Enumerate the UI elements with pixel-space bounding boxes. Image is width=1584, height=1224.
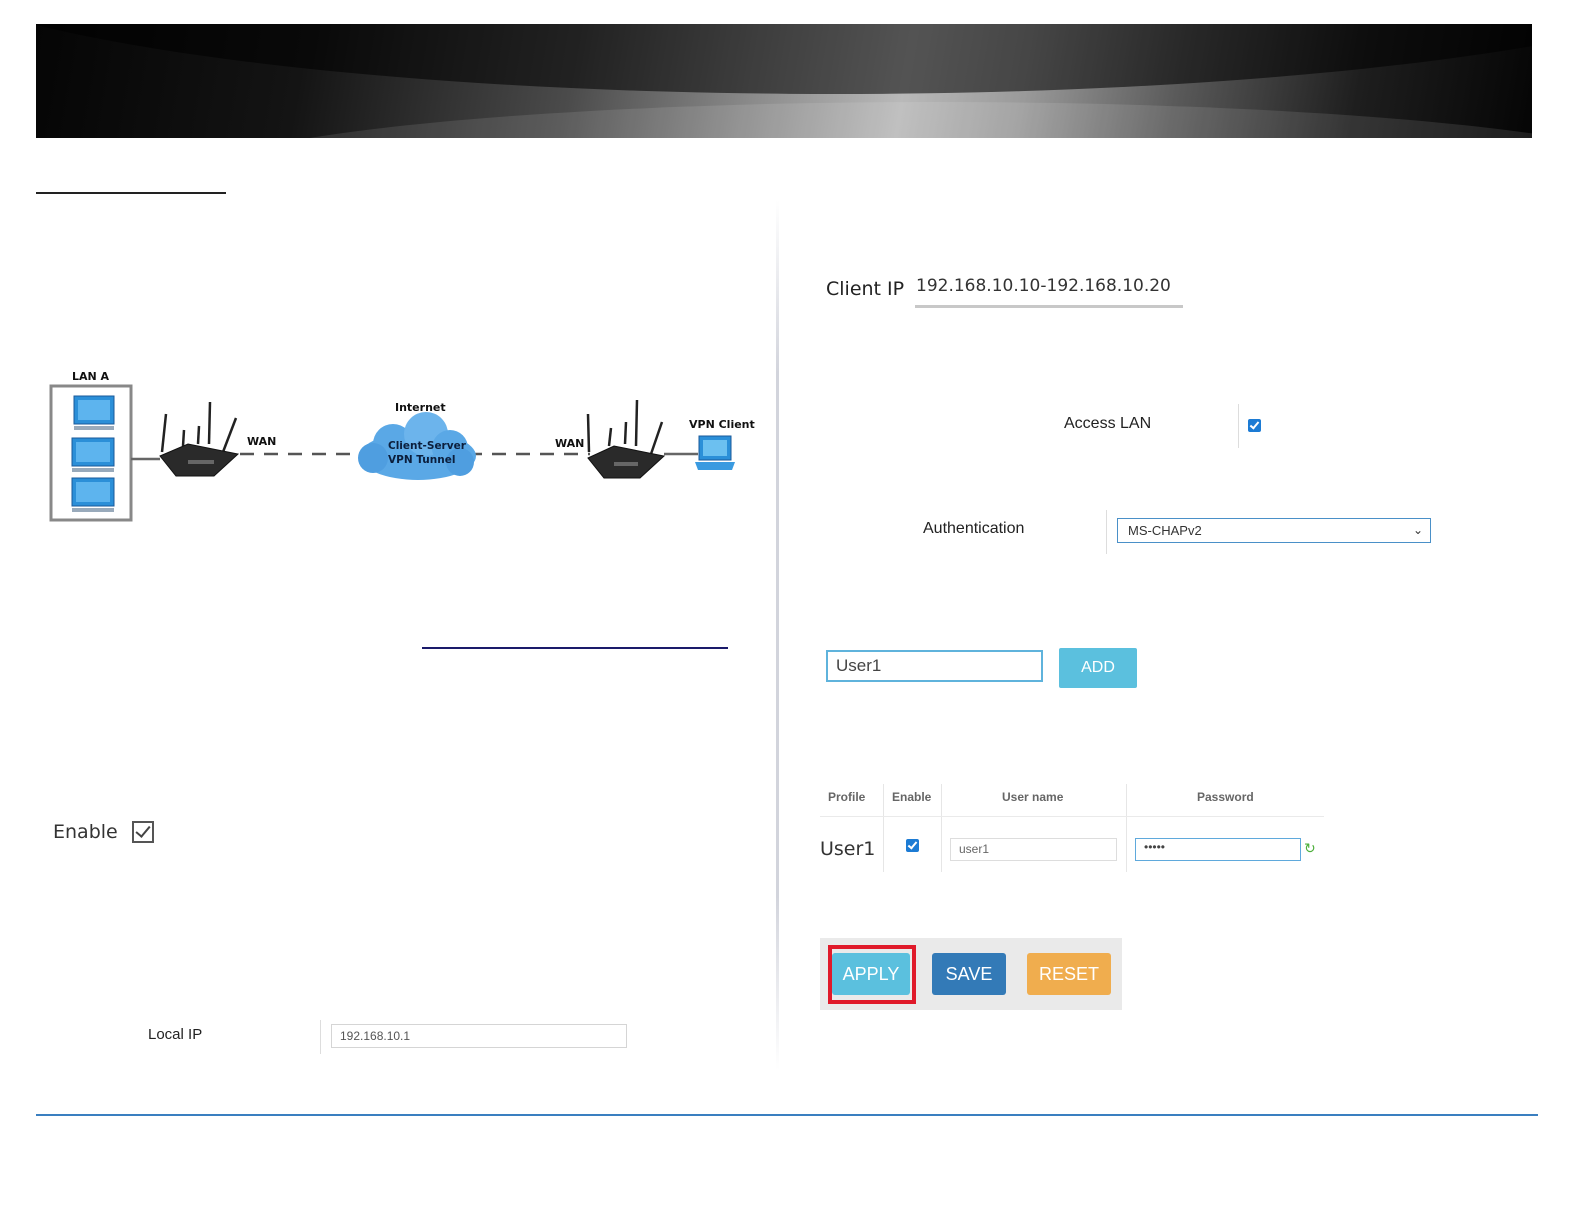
- table-row-username-field[interactable]: user1: [950, 838, 1117, 861]
- network-diagram: LAN A WAN Internet Client-Server VPN Tun…: [49, 370, 755, 522]
- add-user-button[interactable]: ADD: [1059, 648, 1137, 688]
- table-row-password-field[interactable]: •••••: [1135, 838, 1301, 861]
- table-column-divider: [1126, 784, 1127, 872]
- tunnel-label-line2: VPN Tunnel: [388, 454, 455, 466]
- client-ip-underline: [915, 305, 1183, 308]
- table-header-profile: Profile: [828, 790, 866, 804]
- table-header-divider: [820, 816, 1324, 817]
- enable-label: Enable: [53, 821, 118, 843]
- wan-right-label: WAN: [555, 437, 584, 450]
- client-ip-label: Client IP: [826, 278, 905, 300]
- heading-underline: [36, 192, 226, 194]
- wan-left-label: WAN: [247, 435, 276, 448]
- local-ip-label: Local IP: [148, 1026, 203, 1043]
- local-ip-field[interactable]: 192.168.10.1: [331, 1024, 627, 1048]
- laptop-icon: [695, 435, 735, 470]
- apply-highlight-box: [828, 945, 916, 1004]
- link-underline: [422, 647, 728, 649]
- enable-row: Enable: [53, 818, 154, 846]
- authentication-selected-value: MS-CHAPv2: [1128, 523, 1202, 538]
- authentication-label: Authentication: [923, 520, 1025, 537]
- left-router-icon: [159, 401, 240, 477]
- lan-a-label: LAN A: [72, 370, 110, 383]
- footer-rule: [36, 1114, 1538, 1116]
- refresh-icon[interactable]: ↻: [1304, 840, 1316, 857]
- table-header-enable: Enable: [892, 790, 932, 804]
- header-banner: [36, 24, 1532, 138]
- save-button[interactable]: SAVE: [932, 953, 1006, 995]
- tunnel-label-line1: Client-Server: [388, 440, 467, 452]
- new-user-input[interactable]: User1: [826, 650, 1043, 682]
- access-lan-separator: [1238, 404, 1239, 448]
- right-router-icon: [586, 399, 666, 479]
- internet-label: Internet: [395, 401, 446, 414]
- client-ip-field[interactable]: 192.168.10.10-192.168.10.20: [916, 276, 1171, 296]
- enable-checkbox[interactable]: [131, 821, 154, 843]
- column-divider: [776, 200, 779, 1070]
- access-lan-checkbox[interactable]: [1248, 419, 1261, 432]
- table-row-enable-checkbox[interactable]: [906, 839, 919, 852]
- local-ip-separator: [320, 1020, 321, 1054]
- access-lan-label: Access LAN: [1064, 415, 1152, 432]
- table-header-password: Password: [1197, 790, 1254, 804]
- table-row-profile: User1: [820, 838, 876, 860]
- table-header-username: User name: [1002, 790, 1064, 804]
- vpn-client-label: VPN Client: [689, 418, 755, 431]
- authentication-select[interactable]: MS-CHAPv2 ⌄: [1117, 518, 1431, 543]
- chevron-down-icon: ⌄: [1412, 523, 1423, 537]
- table-column-divider: [883, 784, 884, 872]
- reset-button[interactable]: RESET: [1027, 953, 1111, 995]
- authentication-separator: [1106, 510, 1107, 554]
- table-column-divider: [941, 784, 942, 872]
